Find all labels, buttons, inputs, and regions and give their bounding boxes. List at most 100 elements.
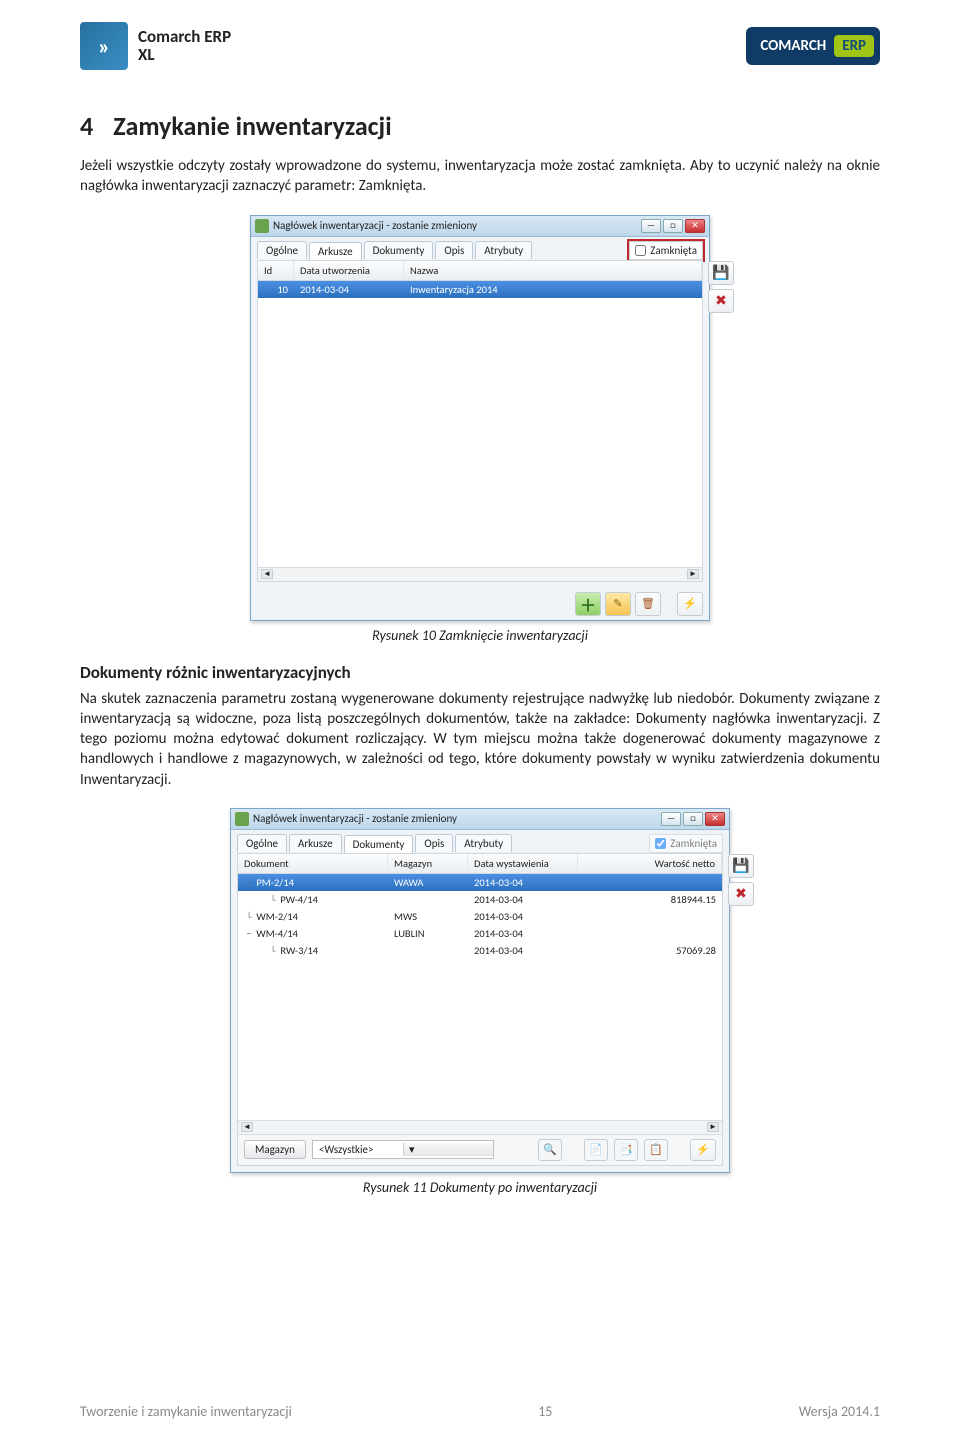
tab-strip: Ogólne Arkusze Dokumenty Opis Atrybuty Z… xyxy=(251,237,709,260)
col-name[interactable]: Nazwa xyxy=(404,261,702,280)
column-headers: Dokument Magazyn Data wystawienia Wartoś… xyxy=(238,854,722,874)
tab-opis[interactable]: Opis xyxy=(415,834,453,852)
closed-checkbox-wrap[interactable]: Zamknięta xyxy=(649,834,723,853)
tab-ogolne[interactable]: Ogólne xyxy=(237,834,287,852)
tab-dokumenty[interactable]: Dokumenty xyxy=(344,835,414,853)
generate-button-1[interactable]: 📄 xyxy=(584,1139,608,1161)
cell: − WM-4/14 xyxy=(238,925,388,942)
cell: └ PW-4/14 xyxy=(238,891,388,908)
maximize-button[interactable]: □ xyxy=(663,219,683,233)
cell-id: 10 xyxy=(258,281,294,298)
cancel-button[interactable]: ✖ xyxy=(708,289,734,313)
tab-opis[interactable]: Opis xyxy=(435,241,473,259)
tab-dokumenty[interactable]: Dokumenty xyxy=(364,241,434,259)
paragraph-2: Na skutek zaznaczenia parametru zostaną … xyxy=(80,689,880,790)
save-button[interactable]: 💾 xyxy=(728,854,754,878)
cell: 2014-03-04 xyxy=(468,925,578,942)
tab-atrybuty[interactable]: Atrybuty xyxy=(455,834,512,852)
cell: 818944.15 xyxy=(578,891,722,908)
delete-button[interactable]: 🗑 xyxy=(635,592,661,616)
titlebar: Nagłówek inwentaryzacji - zostanie zmien… xyxy=(251,216,709,237)
tab-arkusze[interactable]: Arkusze xyxy=(289,834,342,852)
col-magazyn[interactable]: Magazyn xyxy=(388,854,468,873)
maximize-button[interactable]: □ xyxy=(683,812,703,826)
cell xyxy=(388,942,468,959)
horizontal-scrollbar[interactable]: ◄ ► xyxy=(238,1120,722,1134)
save-button[interactable]: 💾 xyxy=(708,261,734,285)
cell: 2014-03-04 xyxy=(468,908,578,925)
col-value[interactable]: Wartość netto xyxy=(578,854,722,873)
action-button[interactable]: ⚡ xyxy=(690,1139,716,1161)
window-icon xyxy=(255,219,269,233)
table-row[interactable]: − WM-4/14LUBLIN2014-03-04 xyxy=(238,925,722,942)
figure-caption-2: Rysunek 11 Dokumenty po inwentaryzacji xyxy=(80,1179,880,1196)
window-title: Nagłówek inwentaryzacji - zostanie zmien… xyxy=(273,219,641,232)
logo-text-2: XL xyxy=(138,46,231,64)
closed-checkbox-label: Zamknięta xyxy=(650,244,697,257)
titlebar: Nagłówek inwentaryzacji - zostanie zmien… xyxy=(231,809,729,830)
page-footer: Tworzenie i zamykanie inwentaryzacji 15 … xyxy=(80,1403,880,1420)
generate-button-2[interactable]: 📑 xyxy=(614,1139,638,1161)
col-date[interactable]: Data utworzenia xyxy=(294,261,404,280)
table-row[interactable]: └ PW-4/14 2014-03-04818944.15 xyxy=(238,891,722,908)
cancel-button[interactable]: ✖ xyxy=(728,882,754,906)
action-button[interactable]: ⚡ xyxy=(677,592,703,616)
minimize-button[interactable]: — xyxy=(641,219,661,233)
window-icon xyxy=(235,812,249,826)
window-footer: ＋ ✎ 🗑 ⚡ xyxy=(251,588,709,620)
list-area[interactable]: − PM-2/14WAWA2014-03-04└ PW-4/142014-03-… xyxy=(238,874,722,1134)
product-logo: » Comarch ERP XL xyxy=(80,22,231,70)
scroll-left-icon[interactable]: ◄ xyxy=(241,1122,253,1132)
horizontal-scrollbar[interactable]: ◄ ► xyxy=(258,567,702,581)
cell: 2014-03-04 xyxy=(468,942,578,959)
section-title: Zamykanie inwentaryzacji xyxy=(113,110,391,142)
cell: 2014-03-04 xyxy=(468,891,578,908)
generate-button-3[interactable]: 📋 xyxy=(644,1139,668,1161)
cell-name: Inwentaryzacja 2014 xyxy=(404,281,702,298)
cell: LUBLIN xyxy=(388,925,468,942)
section-heading: 4 Zamykanie inwentaryzacji xyxy=(80,110,880,142)
cell-date: 2014-03-04 xyxy=(294,281,404,298)
footer-page-number: 15 xyxy=(538,1403,552,1420)
closed-checkbox[interactable] xyxy=(655,838,666,849)
table-row[interactable]: └ WM-2/14MWS2014-03-04 xyxy=(238,908,722,925)
search-button[interactable]: 🔍 xyxy=(538,1139,562,1161)
magazyn-combo[interactable]: <Wszystkie> ▾ xyxy=(312,1140,494,1159)
minimize-button[interactable]: — xyxy=(661,812,681,826)
cell: 57069.28 xyxy=(578,942,722,959)
cell: − PM-2/14 xyxy=(238,874,388,891)
scroll-right-icon[interactable]: ► xyxy=(707,1122,719,1132)
table-row[interactable]: 10 2014-03-04 Inwentaryzacja 2014 xyxy=(258,281,702,298)
table-row[interactable]: − PM-2/14WAWA2014-03-04 xyxy=(238,874,722,891)
table-row[interactable]: └ RW-3/142014-03-0457069.28 xyxy=(238,942,722,959)
tab-atrybuty[interactable]: Atrybuty xyxy=(475,241,532,259)
cell: └ WM-2/14 xyxy=(238,908,388,925)
closed-checkbox[interactable] xyxy=(635,245,646,256)
col-date[interactable]: Data wystawienia xyxy=(468,854,578,873)
tab-ogolne[interactable]: Ogólne xyxy=(257,241,307,259)
section-number: 4 xyxy=(80,110,93,142)
col-id[interactable]: Id xyxy=(258,261,294,280)
window-inventory-header-2: Nagłówek inwentaryzacji - zostanie zmien… xyxy=(230,808,730,1173)
scroll-right-icon[interactable]: ► xyxy=(687,569,699,579)
scroll-left-icon[interactable]: ◄ xyxy=(261,569,273,579)
magazyn-combo-value: <Wszystkie> xyxy=(313,1141,403,1158)
cell xyxy=(578,925,722,942)
footer-right: Wersja 2014.1 xyxy=(799,1403,880,1420)
add-button[interactable]: ＋ xyxy=(575,592,601,616)
tab-strip: Ogólne Arkusze Dokumenty Opis Atrybuty Z… xyxy=(231,830,729,853)
chevron-down-icon[interactable]: ▾ xyxy=(403,1143,493,1156)
close-button[interactable]: ✕ xyxy=(685,219,705,233)
list-area[interactable]: 10 2014-03-04 Inwentaryzacja 2014 ◄ ► xyxy=(258,281,702,581)
tab-arkusze[interactable]: Arkusze xyxy=(309,242,362,260)
magazyn-button[interactable]: Magazyn xyxy=(244,1140,306,1159)
subsection-heading: Dokumenty różnic inwentaryzacyjnych xyxy=(80,662,880,683)
brand-badge-right: ERP xyxy=(834,35,874,57)
edit-button[interactable]: ✎ xyxy=(605,592,631,616)
col-document[interactable]: Dokument xyxy=(238,854,388,873)
cell: WAWA xyxy=(388,874,468,891)
brand-badge: COMARCH ERP xyxy=(746,27,880,65)
close-button[interactable]: ✕ xyxy=(705,812,725,826)
column-headers: Id Data utworzenia Nazwa xyxy=(258,261,702,281)
closed-checkbox-wrap[interactable]: Zamknięta xyxy=(629,241,703,260)
